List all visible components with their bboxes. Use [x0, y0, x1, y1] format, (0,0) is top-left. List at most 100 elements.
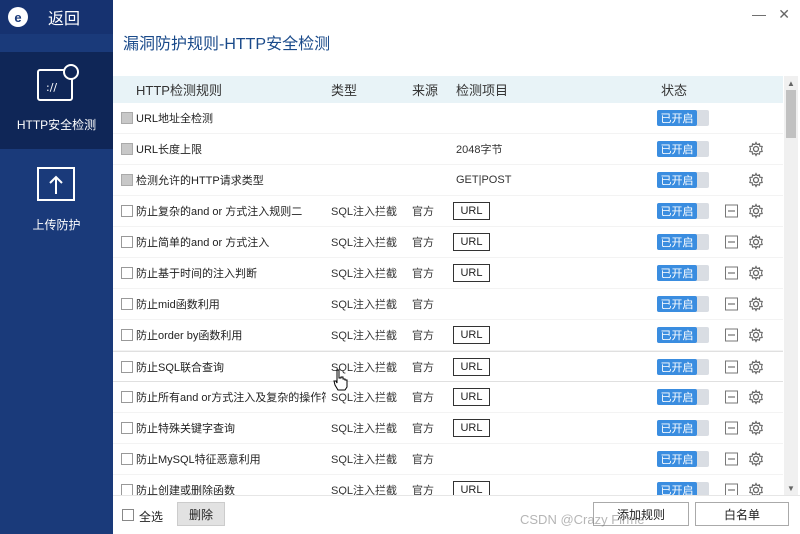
disable-rule-icon[interactable]: [725, 421, 738, 435]
status-toggle[interactable]: 已开启: [657, 420, 709, 436]
table-row[interactable]: 防止特殊关键字查询 SQL注入拦截 官方 URL 已开启: [113, 413, 783, 444]
row-checkbox[interactable]: [121, 298, 133, 310]
url-button[interactable]: URL: [453, 357, 490, 376]
settings-gear-icon[interactable]: [748, 203, 764, 219]
row-checkbox[interactable]: [121, 422, 133, 434]
settings-gear-icon[interactable]: [748, 389, 764, 405]
delete-button[interactable]: 删除: [177, 502, 225, 526]
url-button[interactable]: URL: [453, 481, 490, 495]
table-row[interactable]: 防止mid函数利用 SQL注入拦截 官方 已开启: [113, 289, 783, 320]
row-checkbox[interactable]: [121, 267, 133, 279]
status-toggle[interactable]: 已开启: [657, 327, 709, 343]
disable-rule-icon[interactable]: [725, 483, 738, 495]
back-button[interactable]: e 返回: [0, 0, 113, 34]
table-row[interactable]: 检测允许的HTTP请求类型 GET|POST 已开启: [113, 165, 783, 196]
scroll-down-icon[interactable]: ▼: [784, 481, 798, 495]
status-toggle[interactable]: 已开启: [657, 110, 709, 126]
row-checkbox[interactable]: [121, 205, 133, 217]
sidebar-item-upload-protection[interactable]: 上传防护: [0, 152, 113, 249]
rule-source: 官方: [412, 206, 434, 218]
table-row[interactable]: 防止复杂的and or 方式注入规则二 SQL注入拦截 官方 URL 已开启: [113, 196, 783, 227]
rule-source: 官方: [412, 237, 434, 249]
status-toggle[interactable]: 已开启: [657, 451, 709, 467]
table-row[interactable]: 防止基于时间的注入判断 SQL注入拦截 官方 URL 已开启: [113, 258, 783, 289]
upload-icon: [36, 167, 75, 201]
disable-rule-icon[interactable]: [725, 235, 738, 249]
sidebar-item-label: HTTP安全检测: [16, 118, 97, 132]
settings-gear-icon[interactable]: [748, 358, 764, 375]
rule-source: 官方: [412, 330, 434, 342]
status-label: 已开启: [657, 389, 697, 405]
sidebar-item-http-security[interactable]: :// HTTP安全检测: [0, 52, 113, 149]
disable-rule-icon[interactable]: [725, 266, 738, 280]
status-toggle[interactable]: 已开启: [657, 234, 709, 250]
close-icon[interactable]: ✕: [778, 6, 790, 23]
scroll-up-icon[interactable]: ▲: [784, 76, 798, 90]
url-button[interactable]: URL: [453, 264, 490, 282]
header-status: 状态: [661, 83, 688, 98]
footer-bar: 全选 删除 添加规则 白名单: [113, 495, 800, 534]
rule-name: 检测允许的HTTP请求类型: [136, 175, 264, 187]
url-button[interactable]: URL: [453, 326, 490, 344]
row-checkbox[interactable]: [121, 453, 133, 465]
status-toggle[interactable]: 已开启: [657, 482, 709, 495]
row-checkbox[interactable]: [121, 360, 133, 373]
rule-name: 防止所有and or方式注入及复杂的操作符...: [136, 392, 326, 404]
minimize-icon[interactable]: —: [752, 6, 766, 22]
table-row[interactable]: URL长度上限 2048字节 已开启: [113, 134, 783, 165]
status-toggle[interactable]: 已开启: [657, 296, 709, 312]
settings-gear-icon[interactable]: [748, 141, 764, 157]
rule-type: SQL注入拦截: [331, 237, 398, 249]
url-button[interactable]: URL: [453, 419, 490, 437]
rule-type: SQL注入拦截: [331, 423, 398, 435]
table-row[interactable]: 防止创建或删除函数 SQL注入拦截 官方 URL 已开启: [113, 475, 783, 495]
table-row[interactable]: 防止简单的and or 方式注入 SQL注入拦截 官方 URL 已开启: [113, 227, 783, 258]
status-toggle[interactable]: 已开启: [657, 203, 709, 219]
settings-gear-icon[interactable]: [748, 296, 764, 312]
disable-rule-icon[interactable]: [725, 452, 738, 466]
whitelist-button[interactable]: 白名单: [695, 502, 789, 526]
settings-gear-icon[interactable]: [748, 327, 764, 343]
disable-rule-icon[interactable]: [725, 360, 738, 373]
table-row[interactable]: 防止所有and or方式注入及复杂的操作符... SQL注入拦截 官方 URL 已开启: [113, 382, 783, 413]
table-row[interactable]: 防止MySQL特征恶意利用 SQL注入拦截 官方 已开启: [113, 444, 783, 475]
status-toggle[interactable]: 已开启: [657, 389, 709, 405]
row-checkbox[interactable]: [121, 484, 133, 495]
status-toggle[interactable]: 已开启: [657, 265, 709, 281]
settings-gear-icon[interactable]: [748, 172, 764, 188]
disable-rule-icon[interactable]: [725, 204, 738, 218]
disable-rule-icon[interactable]: [725, 390, 738, 404]
status-toggle[interactable]: 已开启: [657, 141, 709, 157]
status-label: 已开启: [657, 327, 697, 343]
url-button[interactable]: URL: [453, 202, 490, 220]
status-toggle[interactable]: 已开启: [657, 358, 709, 375]
status-label: 已开启: [657, 172, 697, 188]
table-row[interactable]: 防止SQL联合查询 SQL注入拦截 官方 URL 已开启: [113, 351, 783, 382]
row-checkbox[interactable]: [121, 236, 133, 248]
select-all-label[interactable]: 全选: [139, 508, 163, 525]
rule-name: URL地址全检测: [136, 113, 214, 125]
table-row[interactable]: URL地址全检测 已开启: [113, 103, 783, 134]
settings-gear-icon[interactable]: [748, 451, 764, 467]
status-toggle[interactable]: 已开启: [657, 172, 709, 188]
rule-source: 官方: [412, 299, 434, 311]
row-checkbox[interactable]: [121, 391, 133, 403]
header-item: 检测项目: [456, 83, 509, 98]
settings-gear-icon[interactable]: [748, 265, 764, 281]
settings-gear-icon[interactable]: [748, 482, 764, 495]
scroll-thumb[interactable]: [786, 90, 796, 138]
settings-gear-icon[interactable]: [748, 420, 764, 436]
url-button[interactable]: URL: [453, 388, 490, 406]
select-all-checkbox[interactable]: [122, 509, 134, 521]
rules-table: URL地址全检测 已开启 URL长度上限 2048字节 已开启 检测允许的HTTP请求类型…: [113, 103, 783, 495]
url-button[interactable]: URL: [453, 233, 490, 251]
vertical-scrollbar[interactable]: ▲ ▼: [784, 76, 798, 495]
row-checkbox[interactable]: [121, 329, 133, 341]
rule-type: SQL注入拦截: [331, 330, 398, 342]
settings-gear-icon[interactable]: [748, 234, 764, 250]
rule-source: 官方: [412, 485, 434, 495]
disable-rule-icon[interactable]: [725, 328, 738, 342]
rule-name: URL长度上限: [136, 144, 203, 156]
disable-rule-icon[interactable]: [725, 297, 738, 311]
table-row[interactable]: 防止order by函数利用 SQL注入拦截 官方 URL 已开启: [113, 320, 783, 351]
